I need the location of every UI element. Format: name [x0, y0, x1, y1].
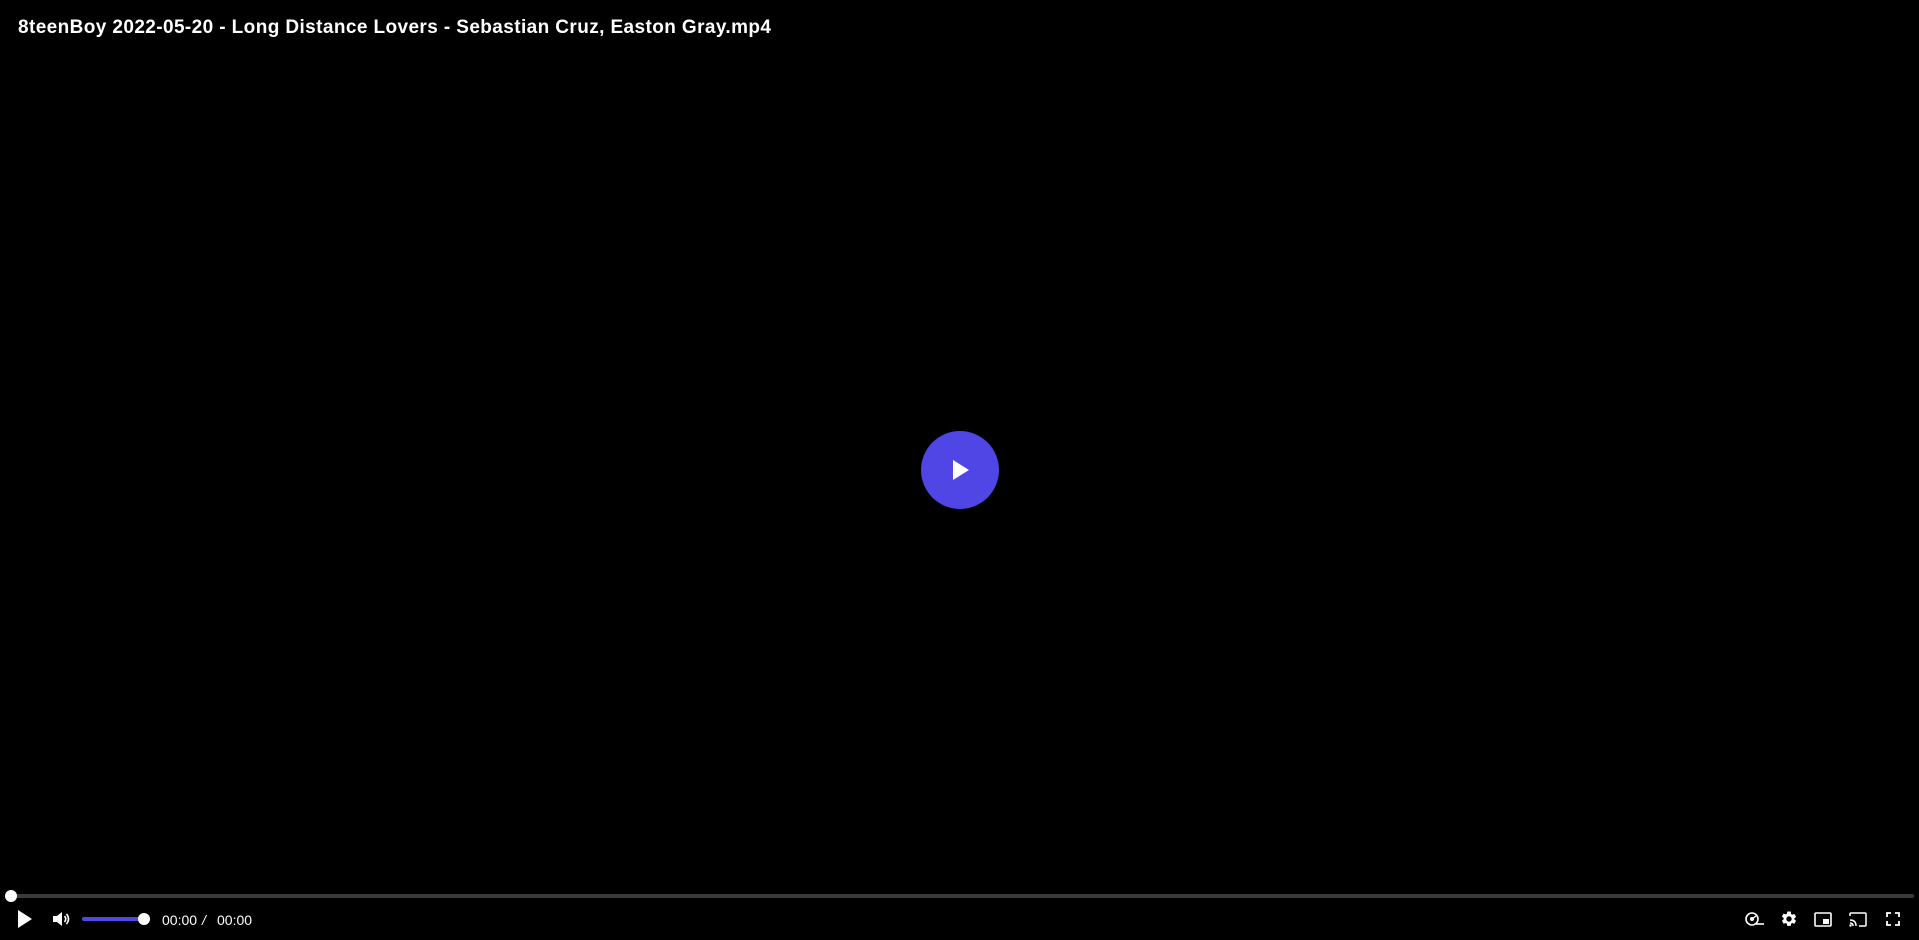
- picture-in-picture-icon: [1814, 911, 1832, 927]
- play-icon: [953, 460, 969, 480]
- duration: 00:00: [217, 912, 253, 928]
- volume-thumb[interactable]: [138, 913, 150, 925]
- progress-bar[interactable]: [5, 890, 1914, 902]
- settings-button[interactable]: [1775, 905, 1803, 933]
- play-icon: [18, 910, 32, 928]
- picture-in-picture-button[interactable]: [1809, 905, 1837, 933]
- mute-button[interactable]: [47, 905, 75, 933]
- cast-icon: [1849, 911, 1867, 927]
- video-player[interactable]: 8teenBoy 2022-05-20 - Long Distance Love…: [0, 0, 1919, 940]
- volume-fill: [82, 917, 144, 921]
- play-button[interactable]: [11, 905, 39, 933]
- volume-slider[interactable]: [82, 913, 150, 925]
- playback-speed-button[interactable]: [1741, 905, 1769, 933]
- control-bar: 00:00 / 00:00: [0, 905, 1919, 933]
- fullscreen-button[interactable]: [1879, 905, 1907, 933]
- fullscreen-icon: [1886, 912, 1900, 926]
- video-title: 8teenBoy 2022-05-20 - Long Distance Love…: [18, 17, 772, 38]
- time-separator: /: [202, 912, 206, 928]
- current-time: 00:00: [162, 912, 198, 928]
- settings-gear-icon: [1781, 911, 1797, 926]
- progress-thumb[interactable]: [5, 890, 17, 902]
- cast-button[interactable]: [1844, 905, 1872, 933]
- big-play-button[interactable]: [921, 431, 999, 509]
- speed-icon: [1745, 912, 1764, 926]
- volume-icon: [53, 912, 70, 926]
